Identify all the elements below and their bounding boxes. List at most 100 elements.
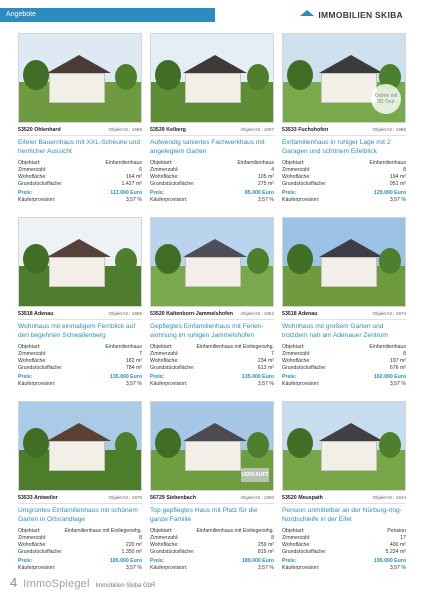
- detail-label: Objektart:: [150, 344, 173, 350]
- detail-objektart: Objektart: Einfamilienhaus: [18, 160, 142, 167]
- detail-value: 6: [139, 167, 142, 173]
- roof-shape: [183, 422, 247, 441]
- detail-wohnflaeche: Wohnfläche: 234 m²: [150, 358, 274, 365]
- detail-preis: Preis: 113.000 Euro: [18, 190, 142, 197]
- listing-details: Objektart: Einfamilienhaus Zimmerzahl: 8…: [282, 344, 406, 388]
- detail-provision: Käuferprovision: 3,57 %: [18, 565, 142, 572]
- detail-grundstueck: Grundstücksfläche: 613 m²: [150, 365, 274, 372]
- property-photo[interactable]: [150, 33, 274, 123]
- 3d-tour-badge: Online mit 3D-Tour: [371, 84, 401, 114]
- detail-label: Grundstücksfläche:: [150, 181, 195, 187]
- listing-card[interactable]: 53518 Adenau Objekt-Nr.: 1996 Wohnhaus m…: [18, 217, 142, 391]
- sold-stamp: VERKAUFT: [241, 468, 269, 482]
- property-photo[interactable]: [150, 217, 274, 307]
- listing-headline[interactable]: Umgrüntes Einfamilienhaus mit schönem Ga…: [18, 507, 142, 525]
- detail-value: Einfamilienhaus mit Einliegerwhg.: [196, 528, 274, 534]
- detail-label: Zimmerzahl:: [18, 167, 47, 173]
- listing-location: 53539 Kelberg: [150, 127, 186, 133]
- detail-value: 8: [403, 351, 406, 357]
- detail-value: 3,57 %: [389, 565, 406, 571]
- listing-card[interactable]: Online mit 3D-Tour 53533 Fuchshofen Obje…: [282, 33, 406, 207]
- listing-details: Objektart: Pension Zimmerzahl: 17 Wohnfl…: [282, 528, 406, 572]
- detail-value: 4: [271, 167, 274, 173]
- detail-grundstueck: Grundstücksfläche: 275 m²: [150, 181, 274, 188]
- detail-provision: Käuferprovision: 3,57 %: [282, 197, 406, 204]
- detail-label: Objektart:: [282, 344, 305, 350]
- detail-value: 105 m²: [257, 174, 274, 180]
- detail-label: Zimmerzahl:: [282, 167, 311, 173]
- roof-shape: [183, 54, 247, 73]
- listing-card[interactable]: 53539 Kelberg Objekt-Nr.: 1997 Aufwendig…: [150, 33, 274, 207]
- detail-objektart: Objektart: Einfamilienhaus: [282, 160, 406, 167]
- listing-headline[interactable]: Wohnhaus mit großem Garten und trotzdem …: [282, 323, 406, 341]
- tree-shape: [115, 248, 137, 274]
- detail-value: 3,57 %: [125, 381, 142, 387]
- tree-shape: [115, 432, 137, 458]
- listing-card[interactable]: 53520 Kaltenborn-Jammelshofen Objekt-Nr.…: [150, 217, 274, 391]
- listing-object-number: Objekt-Nr.: 1970: [108, 495, 142, 500]
- roof-shape: [183, 238, 247, 257]
- listing-headline[interactable]: Einfamilienhaus in ruhiger Lage mit 2 Ga…: [282, 139, 406, 157]
- price-label: Preis:: [18, 190, 33, 196]
- listing-headline[interactable]: Aufwendig saniertes Fachwerkhaus mit ang…: [150, 139, 274, 157]
- listing-headline[interactable]: Gepflegtes Einfamilienhaus mit Ferien-wo…: [150, 323, 274, 341]
- property-photo[interactable]: Online mit 3D-Tour: [282, 33, 406, 123]
- detail-wohnflaeche: Wohnfläche: 400 m²: [282, 542, 406, 549]
- detail-grundstueck: Grundstücksfläche: 1.427 m²: [18, 181, 142, 188]
- detail-zimmer: Zimmerzahl: 17: [282, 535, 406, 542]
- detail-label: Wohnfläche:: [18, 542, 47, 548]
- house-shape: [185, 256, 242, 287]
- detail-zimmer: Zimmerzahl: 7: [150, 351, 274, 358]
- detail-zimmer: Zimmerzahl: 8: [282, 351, 406, 358]
- property-photo[interactable]: [18, 33, 142, 123]
- detail-value: 182 m²: [125, 358, 142, 364]
- listing-card[interactable]: 53520 Meuspath Objekt-Nr.: 1944 Pension …: [282, 401, 406, 575]
- price-value: 160.000 Euro: [373, 374, 406, 380]
- detail-value: 220 m²: [125, 542, 142, 548]
- tree-shape: [379, 432, 401, 458]
- detail-label: Grundstücksfläche:: [18, 181, 63, 187]
- detail-objektart: Objektart: Einfamilienhaus: [150, 160, 274, 167]
- magazine-title: ImmoSpiegel: [23, 578, 90, 590]
- listing-details: Objektart: Einfamilienhaus Zimmerzahl: 4…: [150, 160, 274, 204]
- detail-value: Einfamilienhaus: [369, 160, 406, 166]
- listing-card[interactable]: 53533 Antweiler Objekt-Nr.: 1970 Umgrünt…: [18, 401, 142, 575]
- listing-headline[interactable]: Eifeler Bauernhaus mit XXL-Scheune und h…: [18, 139, 142, 157]
- listing-headline[interactable]: Pension unmittelbar an der Nürburg-ring-…: [282, 507, 406, 525]
- price-label: Preis:: [282, 190, 297, 196]
- tree-shape: [23, 60, 49, 90]
- listing-card[interactable]: VERKAUFT 56729 Siebenbach Objekt-Nr.: 19…: [150, 401, 274, 575]
- roof-shape: [47, 238, 111, 257]
- listing-location: 53533 Antweiler: [18, 495, 58, 501]
- property-photo[interactable]: VERKAUFT: [150, 401, 274, 491]
- listing-card[interactable]: 53518 Adenau Objekt-Nr.: 1974 Wohnhaus m…: [282, 217, 406, 391]
- house-shape: [321, 440, 378, 471]
- detail-preis: Preis: 129.000 Euro: [282, 190, 406, 197]
- house-shape: [49, 256, 106, 287]
- listing-idline: 53518 Adenau Objekt-Nr.: 1974: [282, 311, 406, 320]
- detail-objektart: Objektart: Einfamilienhaus mit Einlieger…: [18, 528, 142, 535]
- detail-provision: Käuferprovision: 3,57 %: [18, 197, 142, 204]
- detail-label: Wohnfläche:: [18, 174, 47, 180]
- detail-label: Käuferprovision:: [150, 197, 188, 203]
- detail-value: 3,57 %: [257, 197, 274, 203]
- property-photo[interactable]: [282, 401, 406, 491]
- listing-headline[interactable]: Wohnhaus mit einmaligem Fernblick auf de…: [18, 323, 142, 341]
- house-shape: [321, 256, 378, 287]
- listing-idline: 53520 Kaltenborn-Jammelshofen Objekt-Nr.…: [150, 311, 274, 320]
- listing-details: Objektart: Einfamilienhaus mit Einlieger…: [18, 528, 142, 572]
- detail-value: 1.350 m²: [121, 549, 142, 555]
- detail-label: Wohnfläche:: [282, 174, 311, 180]
- property-photo[interactable]: [282, 217, 406, 307]
- house-shape: [185, 440, 242, 471]
- property-photo[interactable]: [18, 217, 142, 307]
- detail-preis: Preis: 135.000 Euro: [18, 374, 142, 381]
- detail-label: Objektart:: [150, 528, 173, 534]
- listing-idline: 53518 Adenau Objekt-Nr.: 1996: [18, 311, 142, 320]
- listing-location: 53518 Adenau: [18, 311, 54, 317]
- detail-value: 8: [271, 535, 274, 541]
- listing-headline[interactable]: Top gepflegtes Haus mit Platz für die ga…: [150, 507, 274, 525]
- price-label: Preis:: [150, 190, 165, 196]
- property-photo[interactable]: [18, 401, 142, 491]
- listing-card[interactable]: 53520 Ohlenhard Objekt-Nr.: 1988 Eifeler…: [18, 33, 142, 207]
